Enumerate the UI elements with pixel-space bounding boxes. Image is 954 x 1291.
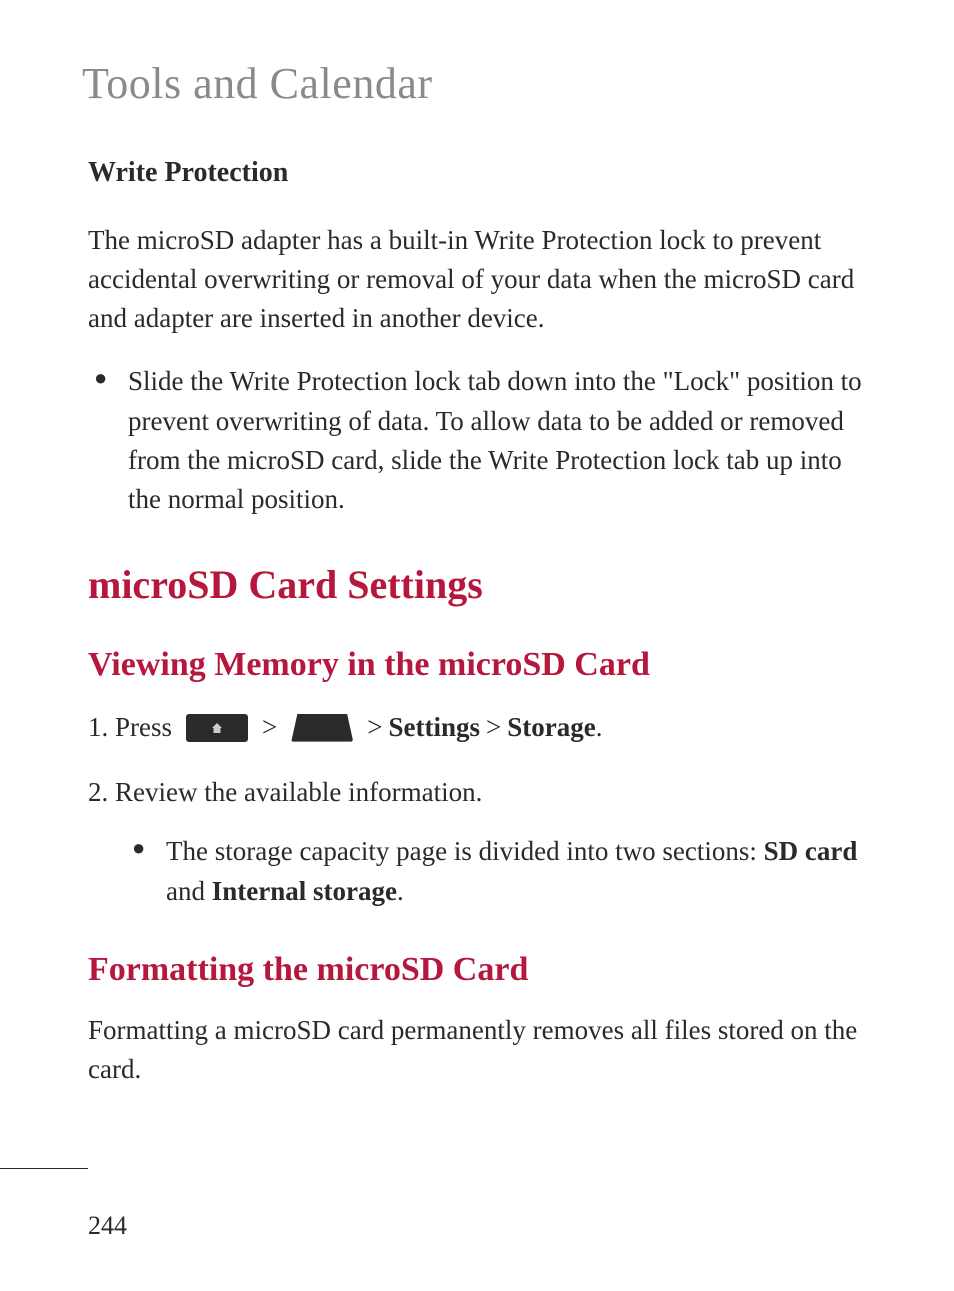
write-protection-heading: Write Protection (88, 157, 866, 189)
separator: > (367, 706, 382, 749)
sd-card-label: SD card (764, 836, 858, 866)
microsd-settings-heading: microSD Card Settings (88, 561, 866, 608)
sub-bullet-mid: and (166, 876, 212, 906)
period: . (596, 706, 603, 749)
storage-label: Storage (507, 706, 595, 749)
formatting-heading: Formatting the microSD Card (88, 951, 866, 989)
separator: > (262, 706, 277, 749)
internal-storage-label: Internal storage (212, 876, 397, 906)
home-icon (211, 722, 223, 734)
menu-icon (317, 723, 327, 733)
menu-button-icon (291, 714, 353, 742)
separator: > (486, 706, 501, 749)
formatting-paragraph: Formatting a microSD card permanently re… (88, 1011, 866, 1089)
write-protection-bullets: Slide the Write Protection lock tab down… (88, 362, 866, 519)
viewing-memory-heading: Viewing Memory in the microSD Card (88, 646, 866, 684)
sub-bullet-end: . (397, 876, 404, 906)
write-protection-paragraph: The microSD adapter has a built-in Write… (88, 221, 866, 338)
main-content: Write Protection The microSD adapter has… (0, 109, 954, 1089)
list-item: Slide the Write Protection lock tab down… (88, 362, 866, 519)
page-number: 244 (88, 1211, 127, 1241)
step-2: 2. Review the available information. (88, 771, 866, 814)
list-item: The storage capacity page is divided int… (126, 832, 866, 910)
settings-label: Settings (388, 706, 480, 749)
footer-divider (0, 1168, 88, 1169)
page-title: Tools and Calendar (0, 0, 954, 109)
step-2-bullets: The storage capacity page is divided int… (88, 832, 866, 910)
step-1: 1. Press > > Settings > Storage. (88, 706, 866, 749)
step1-prefix: 1. Press (88, 706, 172, 749)
sub-bullet-pre: The storage capacity page is divided int… (166, 836, 764, 866)
home-button-icon (186, 714, 248, 742)
